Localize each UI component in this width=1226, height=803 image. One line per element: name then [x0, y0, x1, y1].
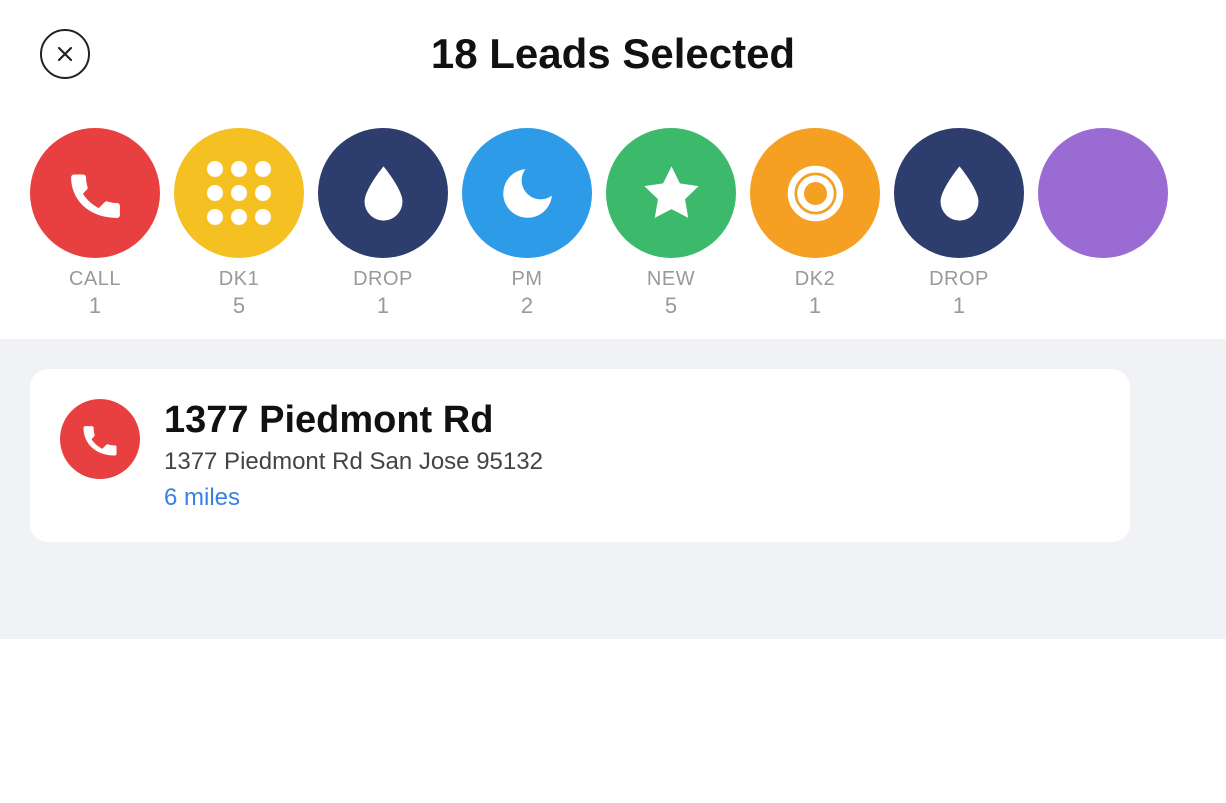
- action-item-dk1[interactable]: DK15: [174, 128, 304, 319]
- action-label-drop1: DROP: [353, 268, 413, 291]
- action-item-pm[interactable]: PM2: [462, 128, 592, 319]
- lead-address-title: 1377 Piedmont Rd: [164, 399, 543, 442]
- action-item-dk2[interactable]: DK21: [750, 128, 880, 319]
- lead-address-subtitle: 1377 Piedmont Rd San Jose 95132: [164, 448, 543, 476]
- action-count-dk2: 1: [809, 293, 821, 319]
- lead-info: 1377 Piedmont Rd 1377 Piedmont Rd San Jo…: [164, 399, 543, 512]
- action-label-drop2: DROP: [929, 268, 989, 291]
- action-count-new: 5: [665, 293, 677, 319]
- page-title: 18 Leads Selected: [431, 30, 795, 78]
- phone-icon-card: [78, 417, 122, 461]
- action-label-dk2: DK2: [795, 268, 835, 291]
- header: 18 Leads Selected: [0, 0, 1226, 98]
- action-count-dk1: 5: [233, 293, 245, 319]
- action-count-call: 1: [89, 293, 101, 319]
- close-button[interactable]: [40, 29, 90, 79]
- action-label-pm: PM: [512, 268, 543, 291]
- lead-avatar: [60, 399, 140, 479]
- action-item-drop1[interactable]: DROP1: [318, 128, 448, 319]
- bottom-section: 1377 Piedmont Rd 1377 Piedmont Rd San Jo…: [0, 339, 1226, 639]
- action-count-drop2: 1: [953, 293, 965, 319]
- action-count-pm: 2: [521, 293, 533, 319]
- lead-card[interactable]: 1377 Piedmont Rd 1377 Piedmont Rd San Jo…: [30, 369, 1130, 542]
- action-label-call: CALL: [69, 268, 121, 291]
- lead-distance: 6 miles: [164, 484, 543, 512]
- action-icons-row: CALL1DK15DROP1PM2NEW5DK21DROP1: [0, 98, 1226, 339]
- action-item-new[interactable]: NEW5: [606, 128, 736, 319]
- action-item-drop2[interactable]: DROP1: [894, 128, 1024, 319]
- action-count-drop1: 1: [377, 293, 389, 319]
- action-label-new: NEW: [647, 268, 695, 291]
- action-label-dk1: DK1: [219, 268, 259, 291]
- action-item-partial[interactable]: [1038, 128, 1168, 268]
- action-item-call[interactable]: CALL1: [30, 128, 160, 319]
